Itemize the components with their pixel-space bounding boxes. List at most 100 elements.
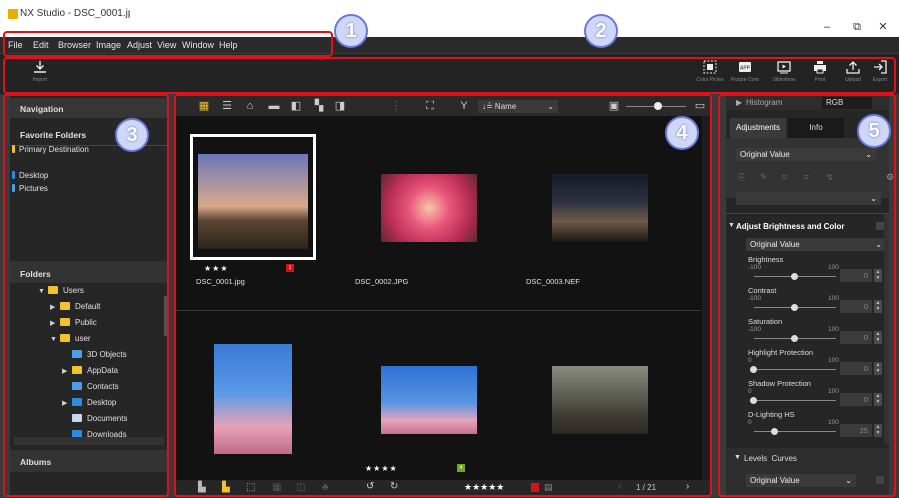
folder-tree-item[interactable]: ▼ Users	[38, 284, 84, 298]
levels-preset-select[interactable]: Original Value ⌄	[746, 474, 856, 487]
photo-thumbnail[interactable]	[214, 344, 292, 454]
expand-arrow-icon[interactable]: ▶	[62, 365, 72, 379]
sort-select[interactable]: ↓≟ Name ⌄	[478, 100, 558, 113]
slider-value[interactable]: 25	[840, 424, 872, 437]
compare-4-icon[interactable]: ▚	[313, 100, 325, 112]
slider-value[interactable]: 0	[840, 269, 872, 282]
adjust-brightness-header[interactable]: Adjust Brightness and Color	[736, 222, 844, 231]
photo-thumbnail[interactable]	[552, 366, 648, 434]
navigation-header[interactable]: Navigation	[10, 98, 168, 118]
frame-icon[interactable]: ⬚	[246, 482, 255, 493]
slider-track[interactable]	[754, 369, 836, 370]
filter-icon[interactable]: Y	[458, 100, 470, 112]
copy-icon[interactable]: ⎘	[738, 172, 745, 183]
folder-tree-item[interactable]: ▼ user	[50, 332, 91, 346]
stack-icon[interactable]: ▙	[198, 482, 206, 493]
folder-tree-item[interactable]: ▶ Default	[50, 300, 100, 314]
slider-knob[interactable]	[750, 366, 757, 373]
favorite-primary-destination[interactable]: Primary Destination	[12, 145, 89, 154]
albums-header[interactable]: Albums	[10, 450, 168, 472]
expand-arrow-icon[interactable]: ▼	[50, 333, 60, 347]
folder-tree-item[interactable]: Contacts	[62, 380, 119, 394]
grid-icon[interactable]: ▦	[272, 482, 281, 493]
photo-thumbnail[interactable]	[552, 174, 648, 242]
straighten-icon[interactable]: ⌗	[804, 172, 809, 183]
thumbnail-cell[interactable]: DSC_0004.jpg	[190, 328, 320, 489]
label-picker-icon[interactable]: ▤	[544, 482, 553, 493]
color-picker-button[interactable]: Color Picker	[696, 60, 724, 90]
menu-view[interactable]: View	[157, 39, 176, 51]
stepper-arrows-icon[interactable]: ▲ ▼	[874, 331, 882, 344]
export-button[interactable]: Export	[868, 60, 892, 90]
rotate-left-icon[interactable]: ↺	[366, 481, 374, 492]
tab-info[interactable]: Info	[788, 118, 844, 138]
thumbnail-cell[interactable]: DSC_0003.NEF	[526, 134, 666, 286]
stepper-arrows-icon[interactable]: ▲ ▼	[874, 269, 882, 282]
red-eye-icon[interactable]: ↯	[826, 172, 834, 183]
next-page-icon[interactable]: ›	[686, 481, 689, 492]
slider-knob[interactable]	[791, 273, 798, 280]
photo-thumbnail[interactable]	[381, 174, 477, 242]
menu-file[interactable]: File	[8, 39, 23, 51]
tab-adjustments[interactable]: Adjustments	[730, 118, 786, 138]
favorite-desktop[interactable]: Desktop	[12, 171, 48, 180]
section-reset-checkbox[interactable]	[876, 222, 884, 230]
folder-tree-item[interactable]: Documents	[62, 412, 127, 426]
vertical-scrollbar[interactable]	[164, 296, 168, 336]
levels-reset-checkbox[interactable]	[876, 476, 884, 484]
expand-arrow-icon[interactable]: ▶	[62, 397, 72, 411]
label-badge[interactable]	[531, 483, 539, 492]
histogram-bar[interactable]: ▶ Histogram RGB	[726, 96, 889, 110]
compare-icon[interactable]: ◫	[296, 482, 305, 493]
menu-edit[interactable]: Edit	[33, 39, 49, 51]
map-view-icon[interactable]: ⌂	[244, 100, 256, 112]
close-button[interactable]: ✕	[873, 20, 893, 34]
section-collapse-icon[interactable]: ▼	[728, 222, 735, 229]
slider-knob[interactable]	[750, 397, 757, 404]
select-icon[interactable]: ▙	[222, 482, 230, 493]
minimize-button[interactable]: –	[817, 20, 837, 34]
crop-icon[interactable]: ⌗	[782, 172, 787, 183]
folder-tree-item[interactable]: ▶ Public	[50, 316, 97, 330]
slider-value[interactable]: 0	[840, 393, 872, 406]
preset-select[interactable]: Original Value ⌄	[736, 148, 876, 161]
retouch-icon[interactable]: ✎	[760, 172, 768, 183]
slider-value[interactable]: 0	[840, 300, 872, 313]
menu-browser[interactable]: Browser	[58, 39, 91, 51]
slider-knob[interactable]	[791, 335, 798, 342]
menu-image[interactable]: Image	[96, 39, 121, 51]
stepper-arrows-icon[interactable]: ▲ ▼	[874, 393, 882, 406]
folders-header[interactable]: Folders	[10, 261, 168, 283]
menu-window[interactable]: Window	[182, 39, 214, 51]
slider-track[interactable]	[754, 431, 836, 432]
right-panel-scrollbar[interactable]	[884, 214, 889, 444]
thumbnail-cell[interactable]: ★★★ 1 DSC_0001.jpg	[190, 134, 320, 286]
paint-icon[interactable]: ♣	[322, 482, 329, 493]
color-label-badge[interactable]: 4	[457, 464, 465, 472]
settings-gear-icon[interactable]: ⚙	[886, 172, 894, 183]
filmstrip-icon[interactable]: ◨	[334, 100, 346, 112]
color-label-badge[interactable]: 1	[286, 264, 294, 272]
expand-arrow-icon[interactable]: ▶	[50, 317, 60, 331]
expand-arrow-icon[interactable]: ▶	[50, 301, 60, 315]
adjust-preset-select[interactable]: Original Value ⌄	[746, 238, 886, 251]
rating-stars[interactable]: ★★★★★	[464, 482, 504, 493]
rotate-right-icon[interactable]: ↻	[390, 481, 398, 492]
folder-tree-item[interactable]: ▶ AppData	[62, 364, 118, 378]
prev-page-icon[interactable]: ‹	[618, 481, 621, 492]
upload-button[interactable]: Upload	[839, 60, 867, 90]
print-button[interactable]: Print	[806, 60, 834, 90]
adjust-history-select[interactable]: ⌄	[736, 192, 881, 205]
expand-arrow-icon[interactable]: ▼	[38, 285, 48, 299]
slider-knob[interactable]	[791, 304, 798, 311]
stepper-arrows-icon[interactable]: ▲ ▼	[874, 362, 882, 375]
stepper-arrows-icon[interactable]: ▲ ▼	[874, 300, 882, 313]
thumbnail-cell[interactable]: DSC_0006.jpg	[526, 328, 666, 489]
star-rating[interactable]: ★★★★	[365, 464, 398, 473]
folder-tree-item[interactable]: ▶ Desktop	[62, 396, 116, 410]
list-view-icon[interactable]: ☰	[221, 100, 233, 112]
levels-collapse-icon[interactable]: ▼	[734, 454, 741, 461]
favorite-pictures[interactable]: Pictures	[12, 184, 48, 193]
star-rating[interactable]: ★★★	[204, 264, 229, 273]
slider-knob[interactable]	[770, 428, 778, 435]
